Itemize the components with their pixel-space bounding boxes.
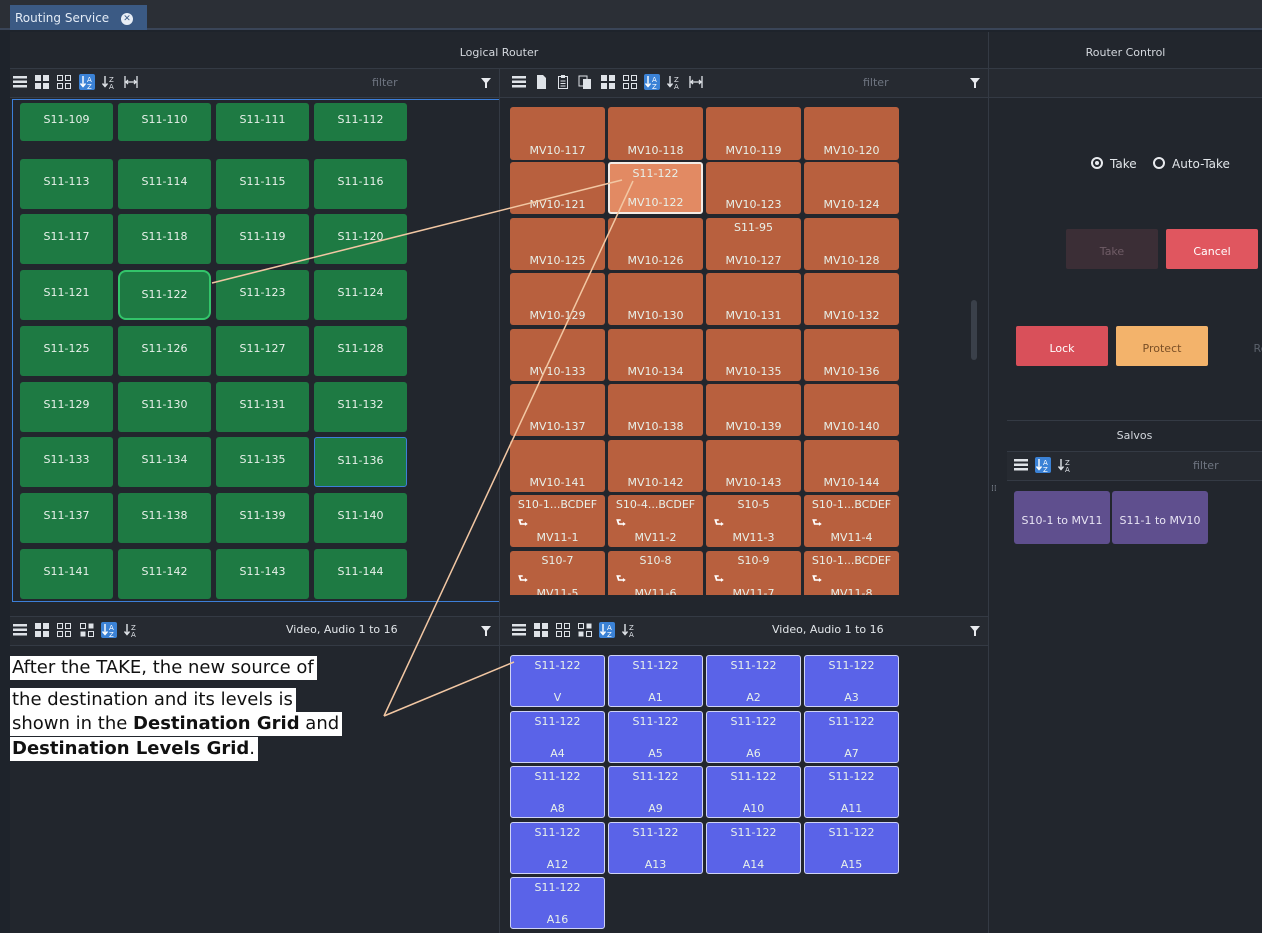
annotation-line: After the TAKE, the new source of: [10, 656, 317, 680]
annotation-line: the destination and its levels is: [10, 688, 296, 712]
callout-line: [383, 180, 634, 717]
callout-lines: [211, 179, 634, 717]
callout-line: [383, 661, 515, 717]
callout-line: [211, 179, 623, 284]
annotation-line: Destination Levels Grid.: [10, 737, 259, 761]
annotation-line: shown in the Destination Grid and: [10, 712, 343, 736]
